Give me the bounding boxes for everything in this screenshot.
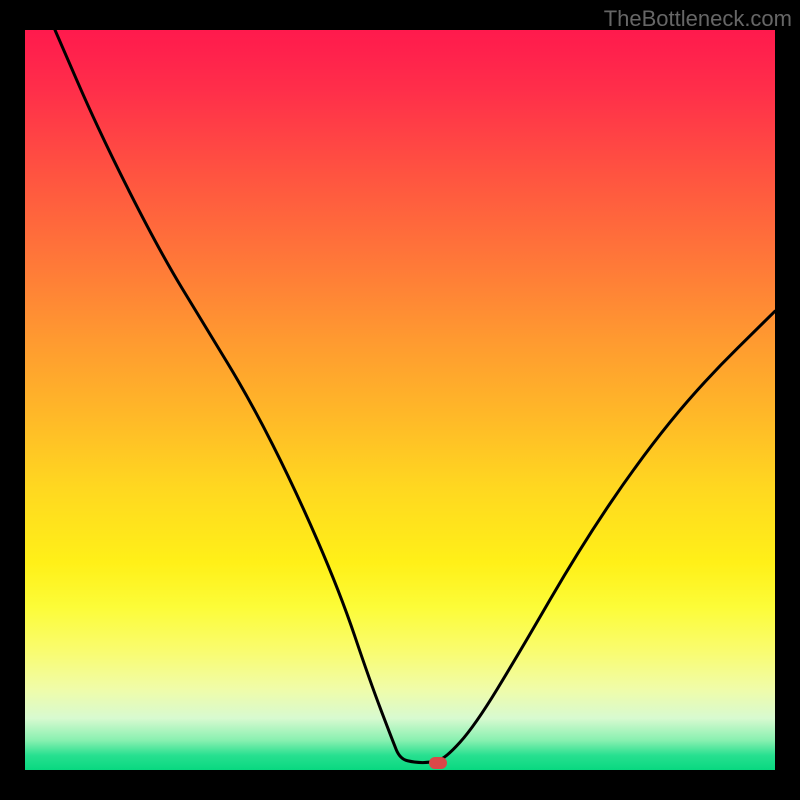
target-marker [429, 757, 447, 769]
chart-plot-area [25, 30, 775, 770]
bottleneck-curve [25, 30, 775, 770]
watermark-text: TheBottleneck.com [604, 6, 792, 32]
